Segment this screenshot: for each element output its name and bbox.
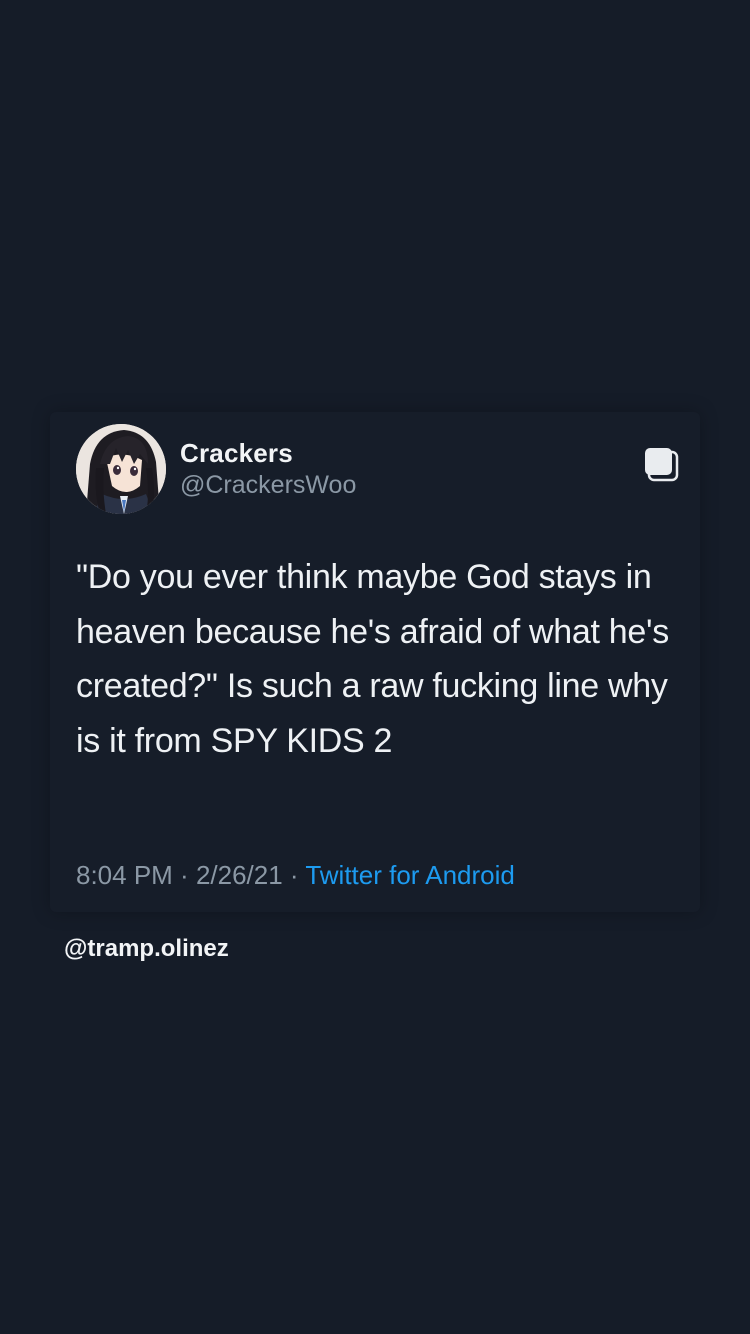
anime-character-avatar-icon xyxy=(76,424,166,514)
watermark: @tramp.olinez xyxy=(64,935,229,962)
tweet-source-link[interactable]: Twitter for Android xyxy=(305,860,515,890)
tweet-date[interactable]: 2/26/21 xyxy=(196,860,283,890)
tweet-meta: 8:04 PM · 2/26/21 · Twitter for Android xyxy=(76,860,515,891)
meta-separator: · xyxy=(172,860,196,890)
display-name[interactable]: Crackers xyxy=(180,438,293,469)
avatar[interactable] xyxy=(76,424,166,514)
tweet-time[interactable]: 8:04 PM xyxy=(76,860,173,890)
user-handle[interactable]: @CrackersWoo xyxy=(180,471,356,500)
tweet-text: "Do you ever think maybe God stays in he… xyxy=(76,558,679,760)
meta-separator: · xyxy=(282,860,306,890)
copy-icon[interactable] xyxy=(642,445,680,483)
tweet-card[interactable]: Crackers @CrackersWoo "Do you ever think… xyxy=(50,412,700,912)
